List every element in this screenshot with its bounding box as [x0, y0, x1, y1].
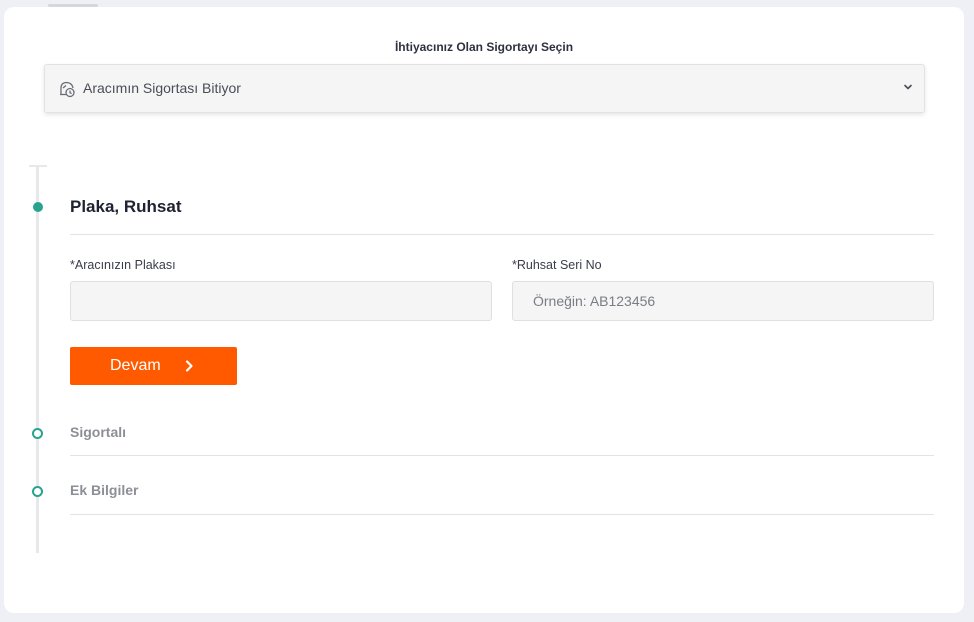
step-divider: [70, 455, 934, 456]
step-divider: [70, 234, 934, 235]
step-marker-active: [33, 202, 43, 212]
continue-button-label: Devam: [110, 357, 161, 374]
step-marker-pending: [32, 486, 43, 497]
continue-button[interactable]: Devam: [70, 347, 237, 385]
quote-form-card: İhtiyacınız Olan Sigortayı Seçin Aracımı…: [4, 7, 964, 613]
step-title-plaka-ruhsat: Plaka, Ruhsat: [70, 197, 182, 216]
plate-input[interactable]: [70, 281, 492, 321]
chevron-down-icon: [904, 84, 912, 90]
plate-label: *Aracınızın Plakası: [70, 258, 176, 272]
step-title-sigortali[interactable]: Sigortalı: [70, 424, 126, 440]
step-divider: [70, 514, 934, 515]
car-clock-icon: [60, 81, 75, 98]
insurance-select-value: Aracımın Sigortası Bitiyor: [83, 80, 241, 96]
insurance-type-select[interactable]: Aracımın Sigortası Bitiyor: [44, 64, 925, 113]
step-title-ek-bilgiler[interactable]: Ek Bilgiler: [70, 482, 138, 498]
license-serial-input[interactable]: [512, 281, 934, 321]
license-serial-label: *Ruhsat Seri No: [512, 258, 602, 272]
chevron-right-icon: [185, 360, 193, 372]
step-marker-pending: [32, 428, 43, 439]
insurance-select-title: İhtiyacınız Olan Sigortayı Seçin: [394, 40, 574, 54]
